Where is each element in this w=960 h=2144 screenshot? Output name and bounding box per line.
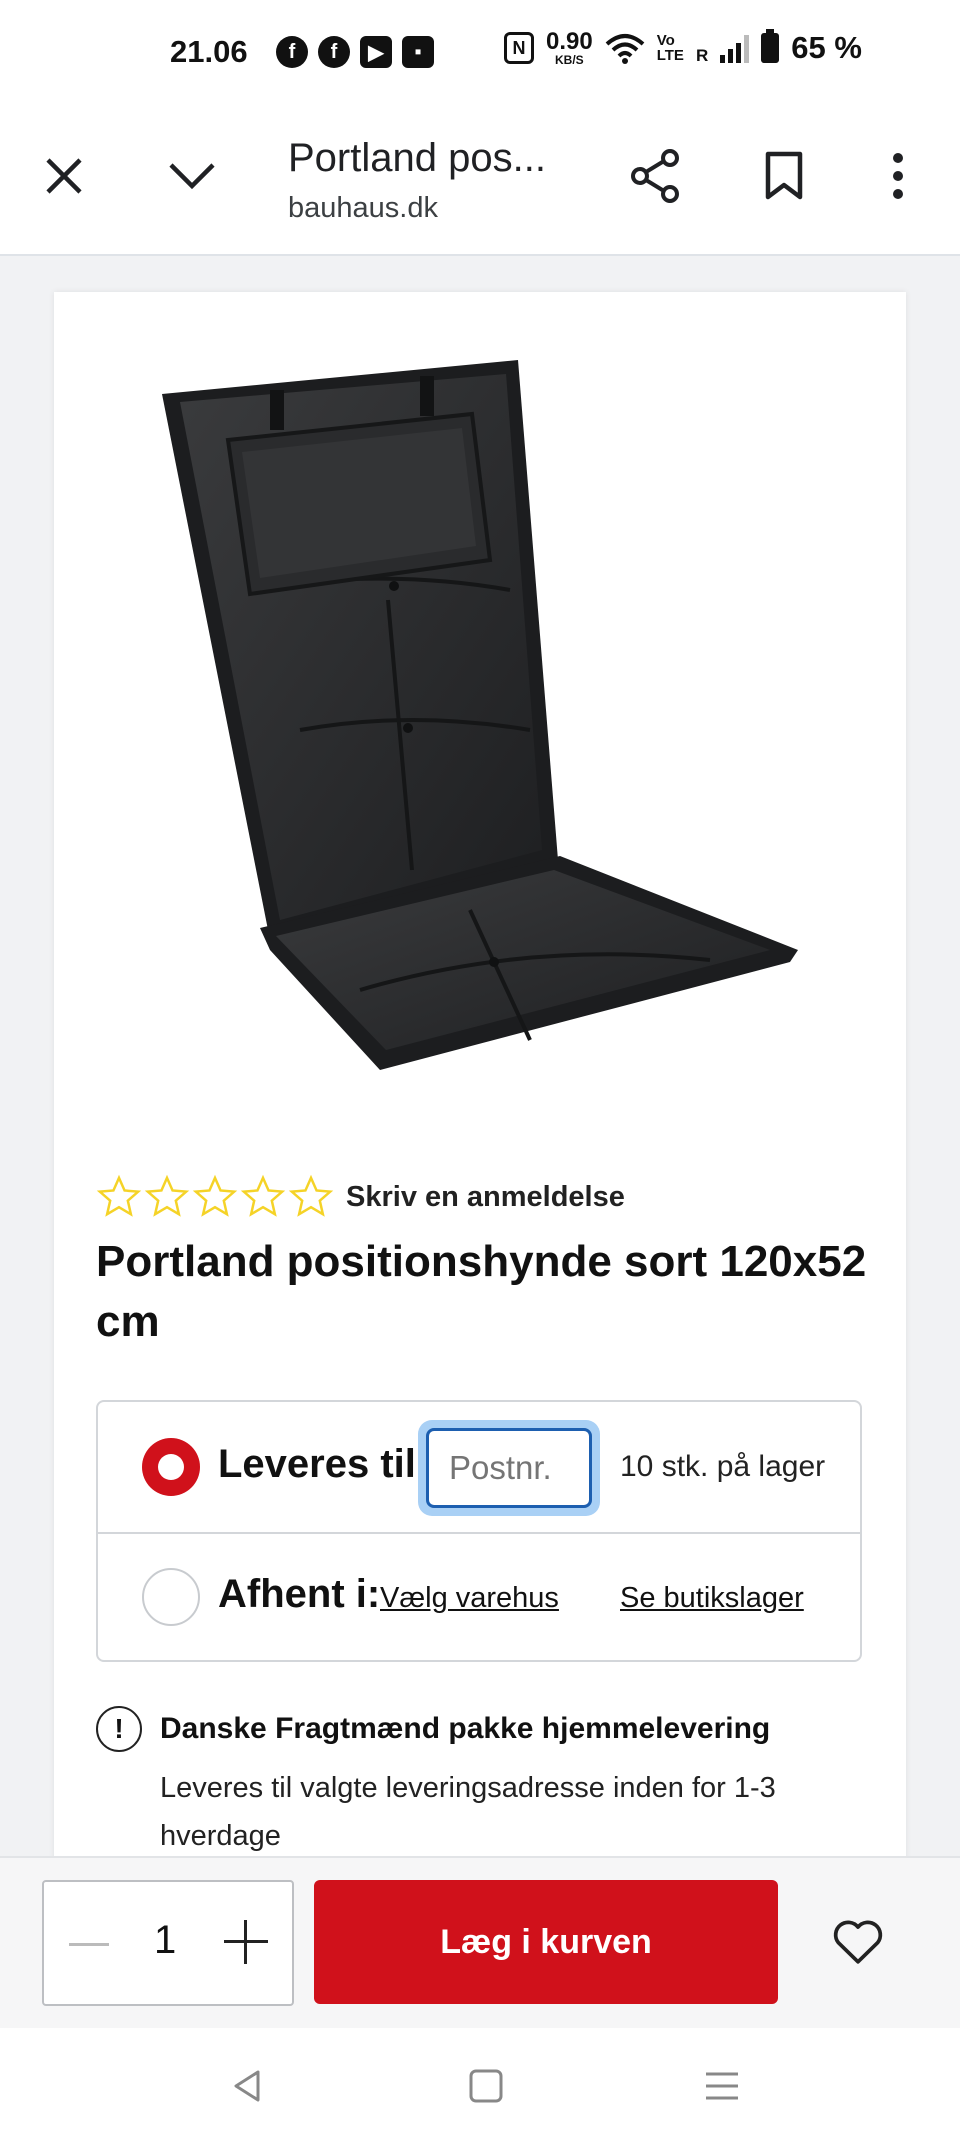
chevron-down-icon	[169, 163, 215, 190]
deliver-to-label: Leveres til:	[218, 1442, 430, 1486]
share-icon	[631, 149, 679, 203]
clock: 21.06	[170, 34, 248, 69]
battery-percent: 65 %	[791, 30, 862, 65]
more-menu-button[interactable]	[870, 148, 926, 204]
recent-apps-icon[interactable]	[702, 2066, 742, 2106]
stock-status: 10 stk. på lager	[620, 1450, 826, 1483]
back-icon[interactable]	[228, 2066, 268, 2106]
decrease-quantity-button[interactable]	[64, 1922, 114, 1966]
minimize-button[interactable]	[164, 148, 220, 204]
more-vert-icon	[893, 153, 903, 199]
minus-icon	[69, 1942, 109, 1946]
delivery-options: Leveres til: 10 stk. på lager Afhent i: …	[96, 1400, 862, 1662]
bookmark-button[interactable]	[756, 148, 812, 204]
choose-store-link[interactable]: Vælg varehus	[380, 1582, 559, 1615]
shipping-method-description: Leveres til valgte leveringsadresse inde…	[160, 1772, 776, 1852]
cart-bar: 1 Læg i kurven	[0, 1856, 960, 2028]
product-image[interactable]	[150, 350, 810, 1080]
quantity-stepper: 1	[42, 1880, 294, 2006]
quantity-value[interactable]: 1	[154, 1918, 176, 1963]
add-to-cart-button[interactable]: Læg i kurven	[314, 1880, 778, 2004]
nfc-icon: N	[504, 32, 534, 64]
star-icon	[240, 1174, 286, 1217]
delivery-option-home[interactable]: Leveres til: 10 stk. på lager	[98, 1402, 860, 1534]
home-icon[interactable]	[466, 2066, 506, 2106]
star-icon	[288, 1174, 334, 1217]
increase-quantity-button[interactable]	[222, 1918, 270, 1966]
postcode-input[interactable]	[426, 1428, 592, 1508]
write-review-link[interactable]: Skriv en anmeldelse	[346, 1181, 625, 1214]
app-notification-icon: ▪	[402, 36, 434, 68]
pickup-radio[interactable]	[142, 1568, 200, 1626]
bookmark-icon	[765, 151, 803, 200]
close-button[interactable]	[36, 148, 92, 204]
shipping-method-title: Danske Fragtmænd pakke hjemmelevering	[160, 1712, 771, 1745]
system-navigation-bar	[0, 2028, 960, 2144]
rating-row: Skriv en anmeldelse	[96, 1174, 625, 1220]
system-indicators: N 0.90 KB/S Vo LTE R 65 %	[504, 28, 862, 67]
facebook-icon: f	[318, 36, 350, 68]
rating-stars[interactable]	[96, 1174, 334, 1220]
share-button[interactable]	[628, 148, 684, 204]
info-icon: !	[96, 1706, 142, 1752]
notification-icons: f f ▶ ▪	[276, 36, 434, 68]
delivery-option-pickup[interactable]: Afhent i: Vælg varehus Se butikslager	[98, 1532, 860, 1662]
star-icon	[96, 1174, 142, 1217]
network-speed: 0.90 KB/S	[546, 28, 593, 67]
roaming-indicator: R	[695, 46, 709, 65]
pickup-label: Afhent i:	[218, 1572, 381, 1616]
heart-icon[interactable]	[830, 1914, 886, 1970]
signal-icon	[720, 33, 750, 63]
battery-icon	[761, 29, 780, 63]
volte-icon: Vo LTE	[656, 32, 684, 64]
wifi-icon	[605, 34, 645, 64]
product-title: Portland positionshynde sort 120x52 cm	[96, 1237, 867, 1346]
star-icon	[192, 1174, 238, 1217]
store-stock-link[interactable]: Se butikslager	[620, 1582, 804, 1615]
status-bar: 21.06 f f ▶ ▪ N 0.90 KB/S Vo LTE R 65 %	[0, 0, 960, 112]
facebook-icon: f	[276, 36, 308, 68]
postcode-focus-ring	[418, 1420, 600, 1516]
delivery-radio-selected[interactable]	[142, 1438, 200, 1496]
youtube-icon: ▶	[360, 36, 392, 68]
page-title: Portland pos...	[288, 136, 546, 180]
page-url: bauhaus.dk	[288, 192, 438, 224]
star-icon	[144, 1174, 190, 1217]
browser-toolbar: Portland pos... bauhaus.dk	[0, 112, 960, 256]
close-icon	[46, 158, 82, 194]
